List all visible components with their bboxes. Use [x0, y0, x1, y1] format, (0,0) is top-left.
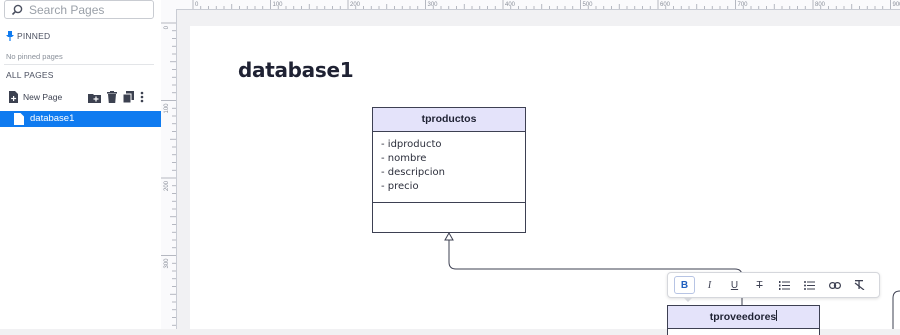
entity-tproductos[interactable]: tproductos - idproducto - nombre - descr…: [372, 107, 526, 233]
underline-glyph: U: [731, 280, 738, 291]
clear-formatting-icon: [854, 280, 865, 290]
attribute: - descripcion: [381, 166, 517, 180]
attribute: - precio: [381, 180, 517, 194]
bulleted-list-icon: [804, 281, 815, 290]
entity-attributes[interactable]: - idproducto - nombre - descripcion - pr…: [373, 132, 525, 203]
link-button[interactable]: [824, 276, 845, 294]
entity-tproveedores[interactable]: tproveedores: [667, 305, 820, 335]
link-icon: [829, 282, 841, 289]
numbered-list-button[interactable]: [774, 276, 795, 294]
clear-formatting-button[interactable]: [849, 276, 870, 294]
entity-name: tproveedores: [710, 311, 777, 323]
attribute: - nombre: [381, 152, 517, 166]
strikethrough-button[interactable]: T: [749, 276, 770, 294]
bold-glyph: B: [681, 280, 688, 291]
attribute: - idproducto: [381, 138, 517, 152]
text-cursor: [776, 310, 777, 321]
partial-shape-edge: [893, 291, 900, 329]
toolbar-pointer: [683, 297, 693, 302]
italic-button[interactable]: I: [699, 276, 720, 294]
underline-button[interactable]: U: [724, 276, 745, 294]
entity-name[interactable]: tproductos: [373, 108, 525, 132]
text-format-toolbar: B I U T: [667, 272, 880, 298]
entity-name-editing[interactable]: tproveedores: [668, 306, 819, 329]
numbered-list-icon: [779, 281, 790, 290]
bulleted-list-button[interactable]: [799, 276, 820, 294]
strike-glyph: T: [756, 280, 762, 291]
italic-glyph: I: [708, 280, 711, 291]
inheritance-arrowhead: [445, 233, 453, 240]
bold-button[interactable]: B: [674, 276, 695, 294]
